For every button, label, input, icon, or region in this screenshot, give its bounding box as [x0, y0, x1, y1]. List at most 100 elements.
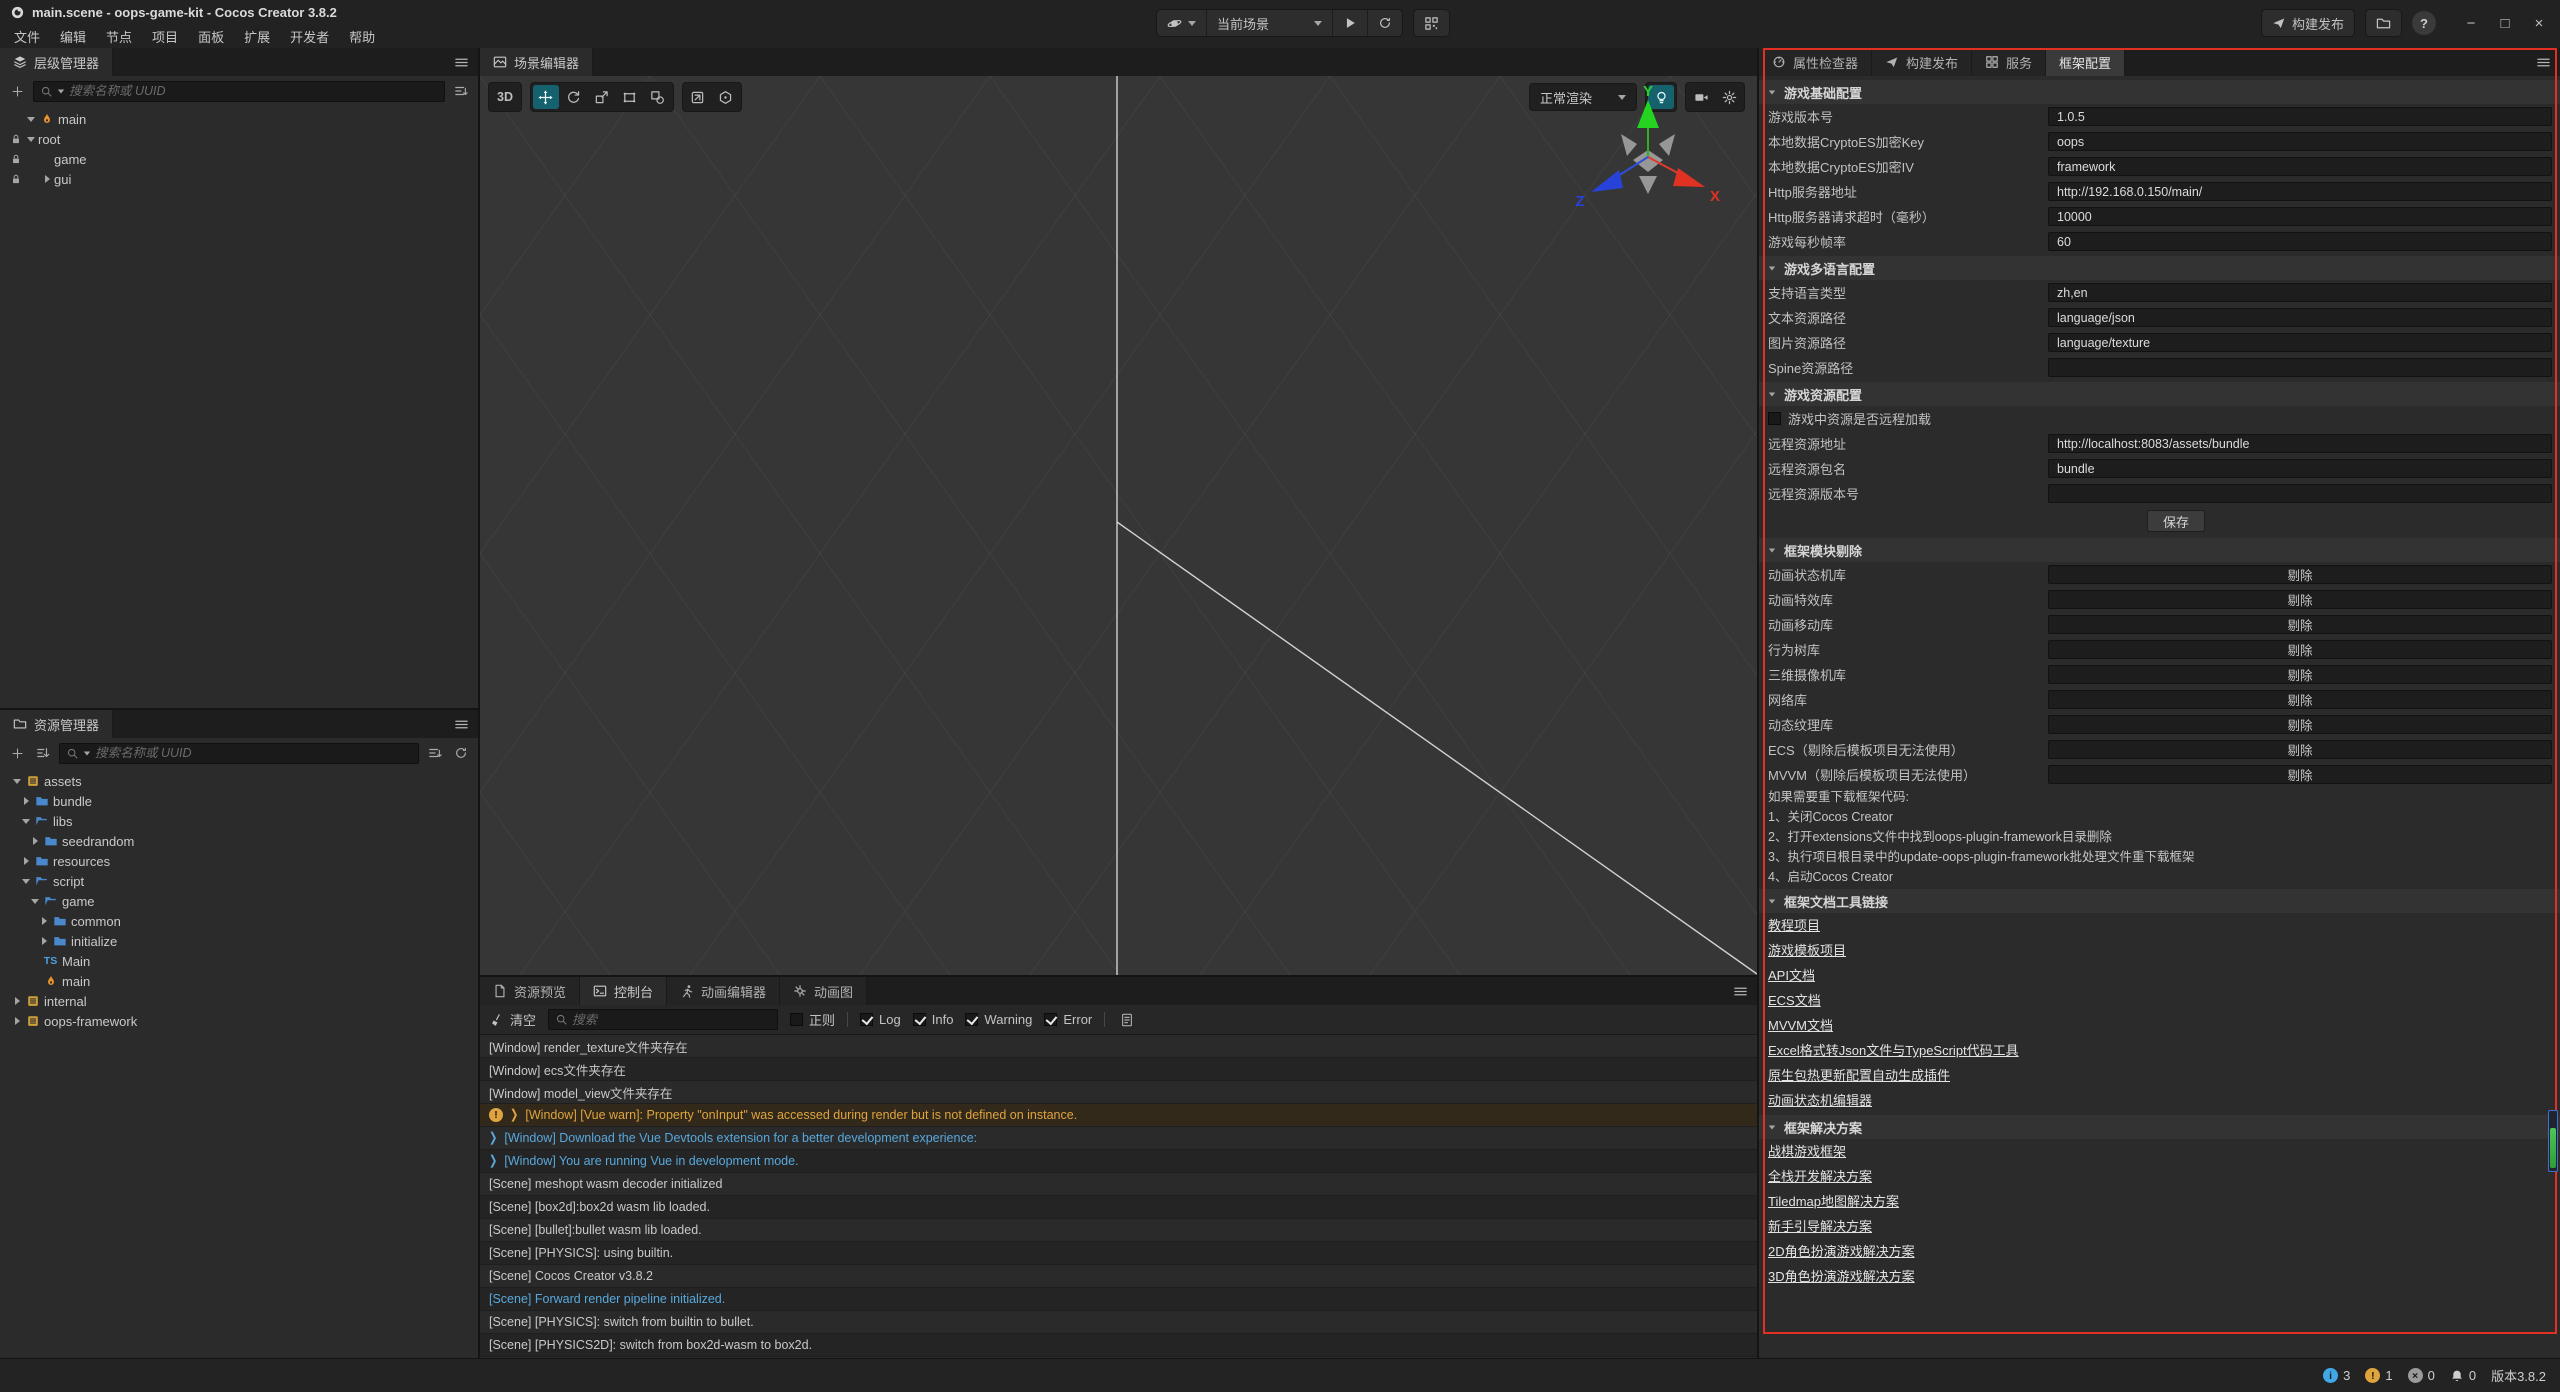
plugin-tab-0[interactable]: 属性检查器: [1759, 48, 1872, 76]
expander-toggle[interactable]: [19, 797, 33, 805]
solution-link[interactable]: 新手引导解决方案: [1768, 1214, 1872, 1239]
save-button[interactable]: 保存: [2147, 510, 2205, 532]
log-row[interactable]: ❯[Window] Download the Vue Devtools exte…: [480, 1127, 1757, 1150]
tab-assets[interactable]: 资源管理器: [0, 710, 113, 738]
expander-toggle[interactable]: [28, 837, 42, 845]
expander-toggle[interactable]: [37, 937, 51, 945]
maximize-button[interactable]: □: [2490, 9, 2520, 37]
menu-2[interactable]: 节点: [96, 27, 142, 46]
log-row[interactable]: [Scene] Cocos Creator v3.8.2: [480, 1265, 1757, 1288]
plugin-tab-3[interactable]: 框架配置: [2046, 48, 2125, 76]
minimize-button[interactable]: −: [2456, 9, 2486, 37]
doc-link[interactable]: Excel格式转Json文件与TypeScript代码工具: [1768, 1038, 2019, 1063]
field-input[interactable]: 1.0.5: [2048, 107, 2552, 126]
remove-module-button[interactable]: 剔除: [2048, 715, 2552, 734]
menu-4[interactable]: 面板: [188, 27, 234, 46]
help-button[interactable]: ?: [2412, 11, 2436, 35]
gizmo-z-label[interactable]: Z: [1575, 193, 1584, 210]
plugin-tab-2[interactable]: 服务: [1972, 48, 2046, 76]
asset-node-assets[interactable]: assets: [0, 771, 478, 791]
menu-3[interactable]: 项目: [142, 27, 188, 46]
remove-module-button[interactable]: 剔除: [2048, 690, 2552, 709]
asset-node-script[interactable]: script: [0, 871, 478, 891]
scene-viewport[interactable]: 3D 正常渲染: [480, 76, 1757, 975]
expander-toggle[interactable]: [10, 997, 24, 1005]
log-row[interactable]: [Window] ecs文件夹存在: [480, 1058, 1757, 1081]
remove-module-button[interactable]: 剔除: [2048, 590, 2552, 609]
filter-button[interactable]: [451, 81, 471, 101]
field-input[interactable]: zh,en: [2048, 283, 2552, 302]
remove-module-button[interactable]: 剔除: [2048, 765, 2552, 784]
tree-node-main[interactable]: main: [0, 109, 478, 129]
log-row[interactable]: [Scene] [PHYSICS2D]: switch from box2d-w…: [480, 1334, 1757, 1357]
menu-0[interactable]: 文件: [4, 27, 50, 46]
tab-hierarchy[interactable]: 层级管理器: [0, 48, 113, 76]
assets-search[interactable]: [59, 743, 419, 764]
tab-scene-editor[interactable]: 场景编辑器: [480, 48, 593, 76]
asset-node-bundle[interactable]: bundle: [0, 791, 478, 811]
field-input[interactable]: 60: [2048, 232, 2552, 251]
log-row[interactable]: [Scene] [box2d]:box2d wasm lib loaded.: [480, 1196, 1757, 1219]
asset-node-seedrandom[interactable]: seedrandom: [0, 831, 478, 851]
panel-menu-button[interactable]: [454, 55, 469, 70]
remove-module-button[interactable]: 剔除: [2048, 665, 2552, 684]
scale-tool-button[interactable]: [589, 85, 615, 109]
field-input[interactable]: language/json: [2048, 308, 2552, 327]
assets-search-input[interactable]: [95, 746, 412, 760]
filter-log-checkbox[interactable]: Log: [860, 1012, 901, 1027]
console-search-input[interactable]: [572, 1013, 771, 1027]
asset-node-oops-framework[interactable]: oops-framework: [0, 1011, 478, 1031]
scrollbar-thumb[interactable]: [2550, 1128, 2556, 1168]
menu-7[interactable]: 帮助: [339, 27, 385, 46]
plugin-tab-1[interactable]: 构建发布: [1872, 48, 1972, 76]
expander-toggle[interactable]: [10, 1017, 24, 1025]
console-search[interactable]: [548, 1009, 778, 1030]
expand-arrow-icon[interactable]: ❯: [489, 1131, 497, 1145]
log-row[interactable]: !❯[Window] [Vue warn]: Property "onInput…: [480, 1104, 1757, 1127]
scrollbar[interactable]: [2548, 1110, 2558, 1172]
expand-arrow-icon[interactable]: ❯: [489, 1154, 497, 1168]
log-row[interactable]: [Scene] [PHYSICS]: using builtin.: [480, 1242, 1757, 1265]
log-row[interactable]: [Scene] Forward render pipeline initiali…: [480, 1288, 1757, 1311]
expander-toggle[interactable]: [19, 819, 33, 824]
filter-error-checkbox[interactable]: Error: [1044, 1012, 1092, 1027]
expander-toggle[interactable]: [24, 117, 38, 122]
console-tab-2[interactable]: 动画编辑器: [667, 977, 780, 1005]
regex-checkbox[interactable]: 正则: [790, 1010, 835, 1029]
section-header-solutions[interactable]: 框架解决方案: [1759, 1115, 2560, 1139]
uni-tool-button[interactable]: [645, 85, 671, 109]
orientation-gizmo[interactable]: Y X Z: [1563, 82, 1733, 232]
expander-toggle[interactable]: [10, 779, 24, 784]
field-input[interactable]: http://localhost:8083/assets/bundle: [2048, 434, 2552, 453]
doc-link[interactable]: 教程项目: [1768, 913, 1820, 938]
close-button[interactable]: ×: [2524, 9, 2554, 37]
refresh-assets-button[interactable]: [451, 743, 471, 763]
field-input[interactable]: framework: [2048, 157, 2552, 176]
section-header-res[interactable]: 游戏资源配置: [1759, 382, 2560, 406]
expander-toggle[interactable]: [28, 899, 42, 904]
create-node-button[interactable]: [7, 81, 27, 101]
log-row[interactable]: [Scene] [bullet]:bullet wasm lib loaded.: [480, 1219, 1757, 1242]
hierarchy-search-input[interactable]: [69, 84, 438, 98]
open-project-folder-button[interactable]: [2365, 9, 2402, 37]
console-tab-0[interactable]: 资源预览: [480, 977, 580, 1005]
filter-warning-checkbox[interactable]: Warning: [965, 1012, 1032, 1027]
field-input[interactable]: 10000: [2048, 207, 2552, 226]
doc-link[interactable]: API文档: [1768, 963, 1815, 988]
solution-link[interactable]: 3D角色扮演游戏解决方案: [1768, 1264, 1915, 1289]
scene-dropdown[interactable]: 当前场景: [1207, 10, 1333, 36]
expander-toggle[interactable]: [40, 175, 54, 183]
section-header-modules[interactable]: 框架模块剔除: [1759, 538, 2560, 562]
field-input[interactable]: bundle: [2048, 459, 2552, 478]
log-row[interactable]: [Scene] meshopt wasm decoder initialized: [480, 1173, 1757, 1196]
asset-node-common[interactable]: common: [0, 911, 478, 931]
tree-node-root[interactable]: root: [0, 129, 478, 149]
section-header-docs[interactable]: 框架文档工具链接: [1759, 889, 2560, 913]
expander-toggle[interactable]: [37, 917, 51, 925]
console-tab-3[interactable]: 动画图: [780, 977, 867, 1005]
asset-node-libs[interactable]: libs: [0, 811, 478, 831]
menu-1[interactable]: 编辑: [50, 27, 96, 46]
play-button[interactable]: [1333, 10, 1368, 36]
log-row[interactable]: [Scene] [PHYSICS]: switch from builtin t…: [480, 1311, 1757, 1334]
remote-load-checkbox[interactable]: [1768, 412, 1781, 425]
